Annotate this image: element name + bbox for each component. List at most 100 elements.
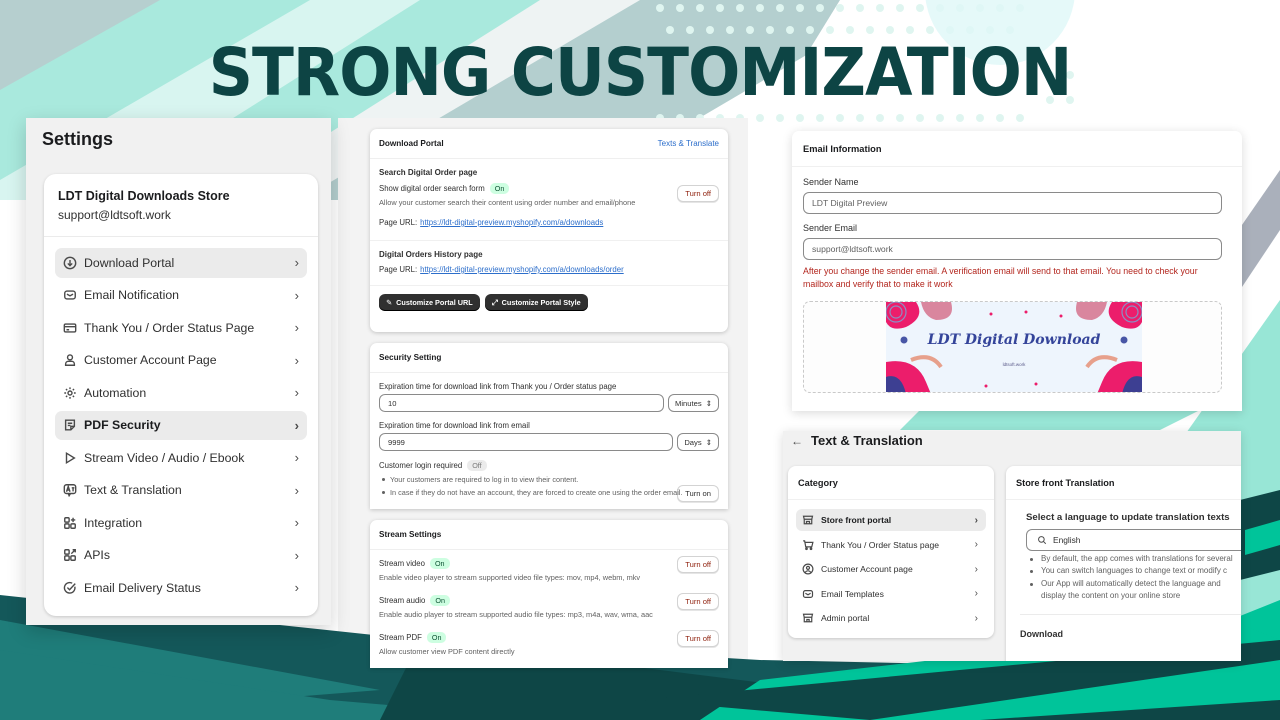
person-icon <box>63 353 77 367</box>
history-page-url-link[interactable]: https://ldt-digital-preview.myshopify.co… <box>420 265 624 274</box>
store-info: LDT Digital Downloads Store support@ldts… <box>44 174 318 237</box>
customize-portal-style-button[interactable]: ⤢ Customize Portal Style <box>484 294 588 311</box>
brand-banner-image: LDT Digital Download ldtsoft.work <box>886 301 1142 392</box>
category-label: Admin portal <box>821 613 870 623</box>
menu-item-email-notification[interactable]: Email Notification › <box>55 281 307 311</box>
category-item-thank-you[interactable]: Thank You / Order Status page › <box>796 534 986 556</box>
security-header: Security Setting <box>370 343 728 373</box>
headline: STRONG CUSTOMIZATION <box>208 34 1073 111</box>
menu-item-automation[interactable]: Automation › <box>55 378 307 408</box>
apps-arrow-icon <box>63 548 77 562</box>
stream-video-turn-off-button[interactable]: Turn off <box>677 556 719 573</box>
bullet-item: By default, the app comes with translati… <box>1026 553 1241 565</box>
expiration-thankyou-input[interactable]: 10 <box>379 394 665 412</box>
expiration-email-unit-select[interactable]: Days ⇕ <box>677 433 719 451</box>
chevron-right-icon: › <box>974 514 978 526</box>
unit-value: Minutes <box>675 398 702 408</box>
store-front-translation-card: Store front Translation Select a languag… <box>1006 466 1241 661</box>
menu-item-label: APIs <box>84 548 110 563</box>
security-title: Security Setting <box>379 353 442 362</box>
language-value: English <box>1053 535 1081 545</box>
customize-portal-url-button[interactable]: ✎ Customize Portal URL <box>379 294 480 311</box>
menu-item-customer-account[interactable]: Customer Account Page › <box>55 346 307 376</box>
category-title: Category <box>788 466 994 500</box>
search-order-title: Search Digital Order page <box>379 168 478 177</box>
category-item-store-front[interactable]: Store front portal › <box>796 509 986 531</box>
category-label: Store front portal <box>821 515 892 525</box>
download-circle-icon <box>63 256 77 270</box>
security-setting-card: Security Setting Expiration time for dow… <box>370 343 728 509</box>
download-portal-card: Download Portal Texts & Translate Search… <box>370 129 728 332</box>
user-circle-icon <box>802 563 814 575</box>
menu-item-thank-you-page[interactable]: Thank You / Order Status Page › <box>55 313 307 343</box>
settings-menu: Download Portal › Email Notification › T… <box>44 237 318 603</box>
select-arrows-icon: ⇕ <box>705 437 712 447</box>
stream-pdf-label: Stream PDF <box>379 633 422 642</box>
menu-item-pdf-security[interactable]: PDF Security › <box>55 410 307 440</box>
credit-card-icon <box>63 321 77 335</box>
sender-name-input[interactable]: LDT Digital Preview <box>803 192 1222 214</box>
stream-pdf-label-row: Stream PDF On <box>379 632 719 643</box>
envelope-icon <box>802 588 814 600</box>
back-arrow-icon[interactable]: ← <box>791 434 803 448</box>
search-page-url-row: Page URL: https://ldt-digital-preview.my… <box>379 218 719 227</box>
stream-video-row: Stream video On Turn off Enable video pl… <box>379 556 719 595</box>
menu-item-label: Email Notification <box>84 288 179 303</box>
expiration-thankyou-unit-select[interactable]: Minutes ⇕ <box>668 394 719 412</box>
text-translation-title: Text & Translation <box>811 433 923 448</box>
logo-upload-area[interactable]: LDT Digital Download ldtsoft.work <box>803 300 1222 393</box>
category-label: Email Templates <box>821 588 884 599</box>
menu-item-email-delivery[interactable]: Email Delivery Status › <box>55 573 307 603</box>
menu-item-stream[interactable]: Stream Video / Audio / Ebook › <box>55 443 307 473</box>
category-item-admin-portal[interactable]: Admin portal › <box>796 607 986 629</box>
sender-email-input[interactable]: support@ldtsoft.work <box>803 238 1222 260</box>
search-form-row: Show digital order search form On <box>379 183 719 194</box>
envelope-icon <box>63 288 77 302</box>
status-badge-on: On <box>426 632 447 643</box>
store-name: LDT Digital Downloads Store <box>58 189 230 203</box>
stream-header: Stream Settings <box>370 520 728 550</box>
search-form-label: Show digital order search form <box>379 184 485 193</box>
stream-audio-description: Enable audio player to stream supported … <box>379 610 653 619</box>
status-badge-on: On <box>430 595 450 606</box>
search-page-url-link[interactable]: https://ldt-digital-preview.myshopify.co… <box>420 218 603 227</box>
bullet-item: Our App will automatically detect the la… <box>1026 578 1241 590</box>
stream-video-description: Enable video player to stream supported … <box>379 573 641 582</box>
menu-item-label: PDF Security <box>84 418 161 433</box>
texts-translate-link[interactable]: Texts & Translate <box>658 139 719 148</box>
menu-item-apis[interactable]: APIs › <box>55 541 307 571</box>
search-form-turn-off-button[interactable]: Turn off <box>677 185 719 202</box>
chevron-right-icon: › <box>974 588 978 599</box>
status-badge-on: On <box>489 183 510 194</box>
chevron-right-icon: › <box>974 563 978 575</box>
search-order-section: Search Digital Order page Show digital o… <box>370 159 728 241</box>
login-bullets: Your customers are required to log in to… <box>379 475 719 497</box>
unit-value: Days <box>684 437 702 447</box>
chevron-right-icon: › <box>294 320 299 336</box>
category-item-customer-account[interactable]: Customer Account page › <box>796 558 986 580</box>
stream-settings-card: Stream Settings Stream video On Turn off… <box>370 520 728 668</box>
store-email: support@ldtsoft.work <box>58 208 171 222</box>
chevron-right-icon: › <box>974 612 978 624</box>
menu-item-label: Integration <box>84 515 143 530</box>
chevron-right-icon: › <box>294 417 299 433</box>
download-portal-title: Download Portal <box>379 139 444 148</box>
store-front-translation-title: Store front Translation <box>1006 466 1241 500</box>
expiration-email-input[interactable]: 9999 <box>379 433 674 451</box>
menu-item-download-portal[interactable]: Download Portal › <box>55 248 307 278</box>
menu-item-label: Thank You / Order Status Page <box>84 320 255 335</box>
menu-item-label: Automation <box>84 385 147 400</box>
customize-portal-style-label: Customize Portal Style <box>501 298 581 307</box>
select-arrows-icon: ⇕ <box>705 398 712 408</box>
chevron-right-icon: › <box>294 255 299 271</box>
stream-pdf-turn-off-button[interactable]: Turn off <box>677 630 719 647</box>
stream-audio-turn-off-button[interactable]: Turn off <box>677 593 719 610</box>
chevron-right-icon: › <box>294 385 299 401</box>
category-item-email-templates[interactable]: Email Templates › <box>796 583 986 605</box>
store-icon <box>802 612 814 624</box>
menu-item-integration[interactable]: Integration › <box>55 508 307 538</box>
menu-item-label: Customer Account Page <box>84 353 217 368</box>
menu-item-text-translation[interactable]: Text & Translation › <box>55 476 307 506</box>
language-search-input[interactable]: English <box>1026 529 1241 551</box>
page-url-label: Page URL: <box>379 265 418 274</box>
